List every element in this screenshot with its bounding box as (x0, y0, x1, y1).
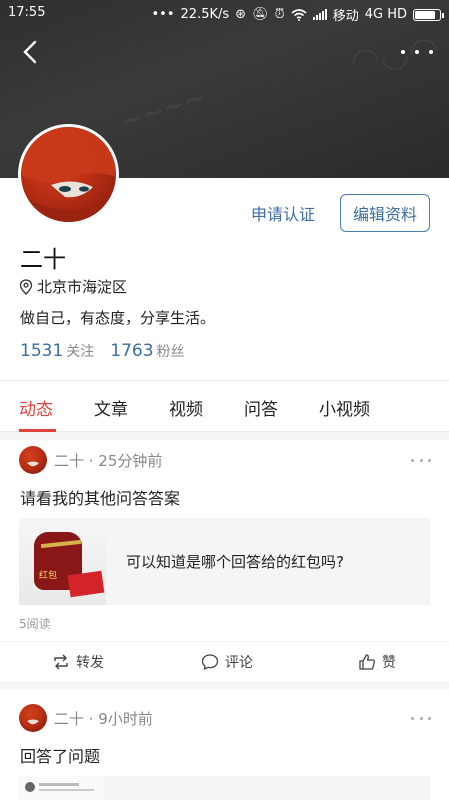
followers-stat[interactable]: 1763 粉丝 (110, 341, 184, 361)
network-speed: 22.5K/s (180, 7, 230, 22)
sync-icon: ⊛ (235, 7, 247, 22)
back-arrow-icon[interactable] (18, 38, 46, 66)
profile-name: 二十 (20, 247, 66, 273)
comment-button[interactable]: 评论 (201, 652, 253, 672)
status-time: 17:55 (8, 5, 46, 20)
location-pin-icon (19, 278, 33, 295)
post-text: 请看我的其他问答答案 (20, 489, 181, 508)
thumbs-up-icon (359, 654, 376, 670)
following-label: 关注 (66, 344, 95, 360)
repost-icon (54, 654, 68, 670)
following-stat[interactable]: 1531 关注 (20, 341, 94, 361)
card-question-text: 可以知道是哪个回答给的红包吗? (126, 553, 344, 571)
battery-level (415, 10, 435, 19)
apply-verification-button[interactable]: 申请认证 (241, 196, 325, 230)
post-meta: 二十 · 9小时前 (54, 710, 153, 728)
mini-text-line (39, 789, 94, 791)
location-text: 北京市海淀区 (37, 278, 128, 296)
wifi-icon (291, 8, 307, 21)
answer-preview-card[interactable] (19, 776, 430, 800)
feed-divider (0, 432, 449, 440)
share-label: 转发 (76, 655, 104, 671)
more-options-icon[interactable] (401, 42, 433, 62)
comment-icon (201, 654, 219, 671)
post-author-avatar[interactable] (19, 704, 47, 732)
comment-label: 评论 (225, 655, 253, 671)
status-indicators: ••• 22.5K/s ⊛ 🔕︎ ⏰︎ 移动 4G HD (151, 5, 444, 24)
post-author-avatar[interactable] (19, 446, 47, 474)
banner-decoration: ~~~~ (117, 82, 210, 138)
profile-avatar[interactable] (18, 124, 119, 225)
carrier-name: 移动 (332, 9, 359, 24)
read-count: 5阅读 (19, 617, 51, 631)
tab-videos[interactable]: 视频 (169, 395, 203, 420)
post-actions: 转发 评论 赞 (0, 641, 449, 681)
edit-profile-button[interactable]: 编辑资料 (340, 194, 430, 232)
followers-label: 粉丝 (156, 344, 185, 360)
notification-dots: ••• (151, 7, 175, 22)
like-button[interactable]: 赞 (358, 652, 396, 672)
status-bar: 17:55 ••• 22.5K/s ⊛ 🔕︎ ⏰︎ 移动 4G HD (0, 0, 449, 28)
tab-short-videos[interactable]: 小视频 (319, 395, 370, 420)
network-type: 4G HD (364, 7, 407, 22)
mini-text-line (39, 783, 79, 786)
mini-avatar (25, 782, 35, 792)
post-more-icon[interactable] (411, 459, 431, 465)
tab-articles[interactable]: 文章 (94, 395, 128, 420)
avatar-image (27, 461, 39, 467)
tab-qa[interactable]: 问答 (244, 395, 278, 420)
profile-tabs: 动态 文章 视频 问答 小视频 (0, 380, 449, 432)
share-button[interactable]: 转发 (52, 652, 104, 672)
avatar-image (27, 719, 39, 725)
mute-icon: 🔕︎ (252, 7, 269, 22)
avatar-image (21, 127, 116, 222)
like-label: 赞 (382, 655, 396, 671)
profile-bio: 做自己，有态度，分享生活。 (20, 309, 216, 327)
signal-icon (312, 9, 327, 20)
quoted-question-card[interactable]: 红包 可以知道是哪个回答给的红包吗? (19, 518, 430, 605)
alarm-icon: ⏰︎ (274, 7, 285, 22)
tab-activity[interactable]: 动态 (19, 395, 53, 420)
post-meta: 二十 · 25分钟前 (54, 452, 163, 470)
post-text: 回答了问题 (20, 747, 101, 766)
card-thumbnail (19, 776, 106, 800)
profile-location: 北京市海淀区 (19, 276, 127, 297)
red-envelope-image (67, 570, 105, 598)
bag-label: 红包 (39, 571, 58, 581)
profile-stats: 1531 关注 1763 粉丝 (20, 341, 185, 361)
post-more-icon[interactable] (411, 717, 431, 723)
feed-divider (0, 681, 449, 689)
following-count: 1531 (20, 341, 64, 361)
followers-count: 1763 (110, 341, 154, 361)
battery-icon (413, 8, 444, 21)
card-thumbnail: 红包 (19, 518, 106, 605)
